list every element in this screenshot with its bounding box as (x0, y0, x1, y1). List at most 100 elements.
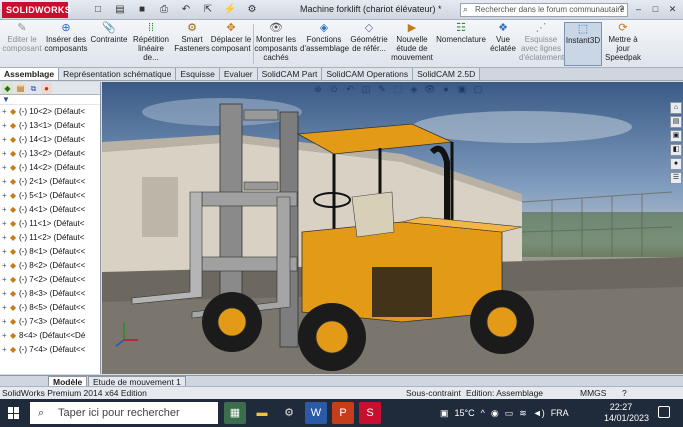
weather-icon[interactable]: ▣ (440, 408, 449, 419)
taskbar-clock[interactable]: 22:27 14/01/2023 (604, 402, 649, 424)
tab-evaluer[interactable]: Evaluer (219, 68, 258, 80)
view-settings-icon[interactable]: ▢ (472, 84, 484, 95)
windows-start-icon[interactable] (8, 407, 20, 419)
solidworks-logo[interactable]: SOLIDWORKS (2, 2, 71, 18)
word-icon[interactable]: W (305, 402, 327, 424)
community-search-input[interactable]: ⌕ Rechercher dans le forum communautaire (460, 3, 628, 17)
network-icon[interactable]: ▭ (505, 408, 514, 419)
tree-item[interactable]: + ◆ (-) 14<1> (Défaut< (0, 133, 100, 147)
view-palette-icon[interactable]: ◧ (670, 144, 682, 156)
dynamic-annotation-icon[interactable]: ✎ (376, 84, 388, 95)
zoom-to-fit-icon[interactable]: ⊕ (312, 84, 324, 95)
design-library-icon[interactable]: ▤ (670, 116, 682, 128)
tree-item[interactable]: + ◆ (-) 14<2> (Défaut< (0, 161, 100, 175)
tree-item[interactable]: + ◆ (-) 11<1> (Défaut< (0, 217, 100, 231)
tree-item[interactable]: + ◆ (-) 2<1> (Défaut<< (0, 175, 100, 189)
taskbar-search-input[interactable]: ⌕ Taper ici pour rechercher (30, 402, 218, 424)
expand-plus-icon[interactable]: + (2, 259, 10, 273)
expand-plus-icon[interactable]: + (2, 231, 10, 245)
solidworks-resources-icon[interactable]: ⌂ (670, 102, 682, 114)
expand-plus-icon[interactable]: + (2, 161, 10, 175)
file-explorer-icon[interactable]: ▣ (670, 130, 682, 142)
notifications-icon[interactable] (658, 406, 670, 418)
update-speedpak-button[interactable]: ⟳ Mettre à jour Speedpak (604, 22, 642, 66)
apply-scene-icon[interactable]: ▣ (456, 84, 468, 95)
tab-solidcam-operations[interactable]: SolidCAM Operations (322, 68, 414, 80)
save-icon[interactable]: ■ (134, 3, 150, 17)
tab-representation-schematique[interactable]: Représentation schématique (59, 68, 177, 80)
tree-item[interactable]: + ◆ (-) 11<2> (Défaut< (0, 231, 100, 245)
rebuild-icon[interactable]: ⚡ (222, 3, 238, 17)
antivirus-icon[interactable]: ◉ (491, 408, 499, 419)
exploded-view-button[interactable]: ❖ Vue éclatée (488, 22, 518, 66)
zoom-area-icon[interactable]: ⊙ (328, 84, 340, 95)
tree-item[interactable]: + ◆ (-) 8<3> (Défaut<< (0, 287, 100, 301)
display-style-icon[interactable]: ◈ (408, 84, 420, 95)
solidworks-taskbar-icon[interactable]: S (359, 402, 381, 424)
tree-item[interactable]: + ◆ (-) 13<1> (Défaut< (0, 119, 100, 133)
expand-plus-icon[interactable]: + (2, 315, 10, 329)
tree-item[interactable]: + ◆ (-) 7<2> (Défaut<< (0, 273, 100, 287)
linear-pattern-button[interactable]: ⁞⁞ Répétition linéaire de... (130, 22, 172, 66)
temperature-text[interactable]: 15°C (455, 408, 475, 418)
volume-icon[interactable]: ◄) (533, 408, 545, 418)
configuration-manager-icon[interactable]: ⧉ (28, 83, 39, 94)
hide-show-items-icon[interactable]: 👁 (424, 84, 436, 95)
reference-geometry-button[interactable]: ◇ Géométrie de référ... (348, 22, 390, 66)
tab-solidcam-25d[interactable]: SolidCAM 2.5D (413, 68, 481, 80)
section-view-icon[interactable]: ◫ (360, 84, 372, 95)
new-document-icon[interactable]: □ (90, 3, 106, 17)
help-icon[interactable]: ? (615, 3, 628, 16)
insert-components-button[interactable]: ⊕ Insérer des composants (44, 22, 88, 66)
tab-assemblage[interactable]: Assemblage (0, 68, 60, 80)
tab-solidcam-part[interactable]: SolidCAM Part (257, 68, 323, 80)
move-component-button[interactable]: ✥ Déplacer le composant (210, 22, 252, 66)
expand-plus-icon[interactable]: + (2, 245, 10, 259)
expand-plus-icon[interactable]: + (2, 105, 10, 119)
powerpoint-icon[interactable]: P (332, 402, 354, 424)
show-hidden-components-button[interactable]: 👁 Montrer les composants cachés (254, 22, 298, 66)
tree-item[interactable]: + ◆ (-) 10<2> (Défaut< (0, 105, 100, 119)
tree-item[interactable]: + ◆ (-) 8<1> (Défaut<< (0, 245, 100, 259)
language-indicator[interactable]: FRA (551, 408, 569, 418)
edit-appearance-icon[interactable]: ● (440, 84, 452, 95)
open-folder-icon[interactable]: ▤ (112, 3, 128, 17)
tree-item[interactable]: + ◆ (-) 4<1> (Défaut<< (0, 203, 100, 217)
assembly-features-button[interactable]: ◈ Fonctions d'assemblage (300, 22, 349, 66)
expand-plus-icon[interactable]: + (2, 189, 10, 203)
tree-item[interactable]: + ◆ (-) 5<1> (Défaut<< (0, 189, 100, 203)
wifi-icon[interactable]: ≋ (519, 408, 527, 419)
smart-fasteners-button[interactable]: ⚙ Smart Fasteners (174, 22, 210, 66)
status-help-icon[interactable]: ? (622, 387, 627, 399)
tree-item[interactable]: + ◆ (-) 8<2> (Défaut<< (0, 259, 100, 273)
minimize-icon[interactable]: – (632, 3, 645, 16)
expand-plus-icon[interactable]: + (2, 273, 10, 287)
new-motion-study-button[interactable]: ▶ Nouvelle étude de mouvement (391, 22, 433, 66)
property-manager-icon[interactable]: ▤ (15, 83, 26, 94)
maximize-icon[interactable]: □ (649, 3, 662, 16)
previous-view-icon[interactable]: ↶ (344, 84, 356, 95)
show-hidden-icons-icon[interactable]: ^ (481, 408, 485, 418)
tree-filter[interactable]: ▼ (0, 95, 100, 105)
display-manager-icon[interactable]: ● (41, 83, 52, 94)
expand-plus-icon[interactable]: + (2, 343, 10, 357)
instant3d-button[interactable]: ⬚ Instant3D (564, 22, 602, 66)
expand-plus-icon[interactable]: + (2, 175, 10, 189)
tab-esquisse[interactable]: Esquisse (176, 68, 220, 80)
expand-plus-icon[interactable]: + (2, 301, 10, 315)
expand-plus-icon[interactable]: + (2, 287, 10, 301)
options-gear-icon[interactable]: ⚙ (244, 3, 260, 17)
tree-item[interactable]: + ◆ (-) 13<2> (Défaut< (0, 147, 100, 161)
expand-plus-icon[interactable]: + (2, 329, 10, 343)
select-cursor-icon[interactable]: ⇱ (200, 3, 216, 17)
explode-line-sketch-button[interactable]: ⋰ Esquisse avec lignes d'éclatement (519, 22, 564, 66)
undo-icon[interactable]: ↶ (178, 3, 194, 17)
tree-item[interactable]: + ◆ (-) 8<5> (Défaut<< (0, 301, 100, 315)
feature-manager-icon[interactable]: ◆ (2, 83, 13, 94)
appearances-icon[interactable]: ● (670, 158, 682, 170)
custom-properties-icon[interactable]: ☰ (670, 172, 682, 184)
file-explorer-icon[interactable]: ▬ (251, 402, 273, 424)
view-orientation-icon[interactable]: ⬚ (392, 84, 404, 95)
expand-plus-icon[interactable]: + (2, 133, 10, 147)
units-status[interactable]: MMGS (580, 387, 606, 399)
